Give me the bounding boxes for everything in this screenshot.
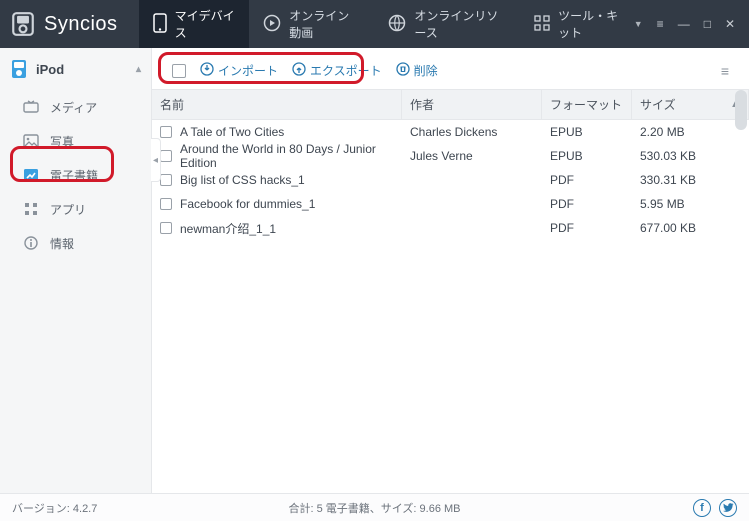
sidebar-item-label: 電子書籍 [50,167,98,184]
grid-icon [534,15,550,34]
cell-name: Facebook for dummies_1 [180,197,315,211]
cell-author: Jules Verne [402,149,542,163]
version-label: バージョン: 4.2.7 [12,500,97,516]
cell-format: PDF [542,173,632,187]
app-logo: Syncios [0,11,139,37]
row-checkbox[interactable] [160,126,172,138]
toolbar: インポート エクスポート 削除 ≡ [164,58,737,83]
twitter-icon[interactable] [719,499,737,517]
button-label: インポート [218,62,278,79]
nav-label: オンライン動画 [289,7,360,41]
globe-icon [388,14,406,35]
status-summary: 合計: 5 電子書籍、サイズ: 9.66 MB [288,500,460,516]
window-controls: ≡ — □ ✕ [657,17,749,31]
nav-online-video[interactable]: オンライン動画 [249,0,374,48]
select-all-checkbox[interactable] [172,64,186,78]
main-panel: ◂ インポート エクスポート 削除 ≡ 名前 [152,48,749,493]
nav-toolkit[interactable]: ツール・キット ▼ [520,0,657,48]
settings-icon[interactable]: ≡ [657,17,664,31]
sidebar: iPod ▴ メディア 写真 電子書籍 アプリ 情報 [0,48,152,493]
sidebar-collapse-handle[interactable]: ◂ [151,138,161,182]
column-header-author[interactable]: 作者 [402,90,542,119]
close-button[interactable]: ✕ [725,17,735,31]
cell-size: 677.00 KB [632,221,749,235]
import-icon [200,62,214,79]
table-row[interactable]: A Tale of Two Cities Charles DickensEPUB2… [152,120,749,144]
cell-size: 530.03 KB [632,149,749,163]
column-header-format[interactable]: フォーマット [542,90,632,119]
facebook-icon[interactable]: f [693,499,711,517]
cell-format: PDF [542,197,632,211]
sidebar-item-label: アプリ [50,201,86,218]
chevron-up-icon: ▴ [136,64,141,75]
phone-icon [153,13,167,36]
row-checkbox[interactable] [160,198,172,210]
cell-name: Around the World in 80 Days / Junior Edi… [180,142,394,170]
nav-label: マイデバイス [175,7,236,41]
button-label: エクスポート [310,62,382,79]
sidebar-item-label: 情報 [50,235,74,252]
cell-name: A Tale of Two Cities [180,125,284,139]
sidebar-item-apps[interactable]: アプリ [0,192,151,226]
row-checkbox[interactable] [160,150,172,162]
cell-format: EPUB [542,125,632,139]
chevron-down-icon: ▼ [634,19,643,29]
ipod-icon [10,60,28,78]
cell-size: 5.95 MB [632,197,749,211]
tv-icon [22,98,40,116]
sidebar-item-ebooks[interactable]: 電子書籍 [0,158,151,192]
cell-size: 2.20 MB [632,125,749,139]
cell-name: newman介绍_1_1 [180,220,276,237]
nav-label: ツール・キット [558,7,628,41]
sidebar-item-info[interactable]: 情報 [0,226,151,260]
column-header-name[interactable]: 名前 [152,90,402,119]
table-row[interactable]: newman介绍_1_1 PDF677.00 KB [152,216,749,240]
trash-icon [396,62,410,79]
cell-name: Big list of CSS hacks_1 [180,173,305,187]
sidebar-item-label: 写真 [50,133,74,150]
play-circle-icon [263,14,281,35]
sort-menu-icon[interactable]: ≡ [721,63,729,79]
table-header: 名前 作者 フォーマット サイズ▲ [152,89,749,120]
cell-format: EPUB [542,149,632,163]
scrollbar-thumb[interactable] [735,90,747,130]
device-name: iPod [36,62,64,77]
cell-size: 330.31 KB [632,173,749,187]
nav-online-resource[interactable]: オンラインリソース [374,0,520,48]
device-header[interactable]: iPod ▴ [0,54,151,84]
cell-author: Charles Dickens [402,125,542,139]
app-name: Syncios [44,13,118,36]
nav-label: オンラインリソース [414,7,506,41]
table-row[interactable]: Around the World in 80 Days / Junior Edi… [152,144,749,168]
status-bar: バージョン: 4.2.7 合計: 5 電子書籍、サイズ: 9.66 MB f [0,493,749,521]
sidebar-item-photos[interactable]: 写真 [0,124,151,158]
row-checkbox[interactable] [160,222,172,234]
button-label: 削除 [414,62,438,79]
nav-my-device[interactable]: マイデバイス [139,0,250,48]
main-nav: マイデバイス オンライン動画 オンラインリソース ツール・キット ▼ [139,0,657,48]
column-header-size[interactable]: サイズ▲ [632,90,749,119]
title-bar: Syncios マイデバイス オンライン動画 オンラインリソース ツール・キット… [0,0,749,48]
info-icon [22,234,40,252]
sidebar-item-media[interactable]: メディア [0,90,151,124]
delete-button[interactable]: 削除 [396,62,438,79]
export-icon [292,62,306,79]
app-logo-icon [10,11,36,37]
import-button[interactable]: インポート [200,62,278,79]
export-button[interactable]: エクスポート [292,62,382,79]
maximize-button[interactable]: □ [704,17,711,31]
book-icon [22,166,40,184]
cell-format: PDF [542,221,632,235]
table-row[interactable]: Big list of CSS hacks_1 PDF330.31 KB [152,168,749,192]
table-body: A Tale of Two Cities Charles DickensEPUB2… [152,120,749,493]
table-row[interactable]: Facebook for dummies_1 PDF5.95 MB [152,192,749,216]
minimize-button[interactable]: — [678,17,690,31]
apps-icon [22,200,40,218]
row-checkbox[interactable] [160,174,172,186]
image-icon [22,132,40,150]
sidebar-item-label: メディア [50,99,97,116]
